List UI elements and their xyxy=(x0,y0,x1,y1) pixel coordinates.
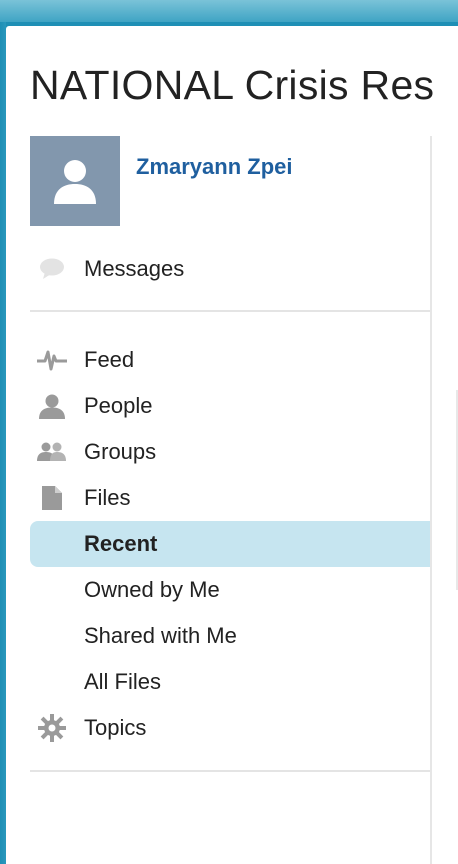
page-title: NATIONAL Crisis Res xyxy=(30,62,435,108)
gear-icon xyxy=(30,705,74,751)
group-icon xyxy=(30,429,74,475)
nav-label-topics: Topics xyxy=(84,715,147,740)
nav-label-recent: Recent xyxy=(84,531,158,556)
user-silhouette-icon xyxy=(54,160,96,204)
nav-label-messages: Messages xyxy=(84,256,185,281)
nav-item-feed[interactable]: Feed xyxy=(30,337,430,383)
nav-label-people: People xyxy=(84,393,153,418)
nav-item-files[interactable]: Files xyxy=(30,475,430,521)
avatar[interactable] xyxy=(30,136,120,226)
document-icon xyxy=(30,475,74,521)
nav-item-groups[interactable]: Groups xyxy=(30,429,430,475)
nav-item-owned-by-me[interactable]: Owned by Me xyxy=(30,567,430,613)
nav-item-recent[interactable]: Recent xyxy=(30,521,430,567)
nav-label-owned-by-me: Owned by Me xyxy=(84,577,220,602)
nav-label-groups: Groups xyxy=(84,439,157,464)
sidebar-divider xyxy=(430,136,432,864)
nav-item-messages[interactable]: Messages xyxy=(30,246,430,292)
speech-bubble-icon xyxy=(30,246,74,292)
pulse-icon xyxy=(30,337,74,383)
nav-item-topics[interactable]: Topics xyxy=(30,705,430,751)
nav-item-people[interactable]: People xyxy=(30,383,430,429)
section-divider xyxy=(30,310,430,312)
person-icon xyxy=(30,383,74,429)
user-name-link[interactable]: Zmaryann Zpei xyxy=(136,154,292,180)
nav-label-files: Files xyxy=(84,485,131,510)
section-divider-bottom xyxy=(30,770,430,772)
nav-label-all-files: All Files xyxy=(84,669,162,694)
nav-label-feed: Feed xyxy=(84,347,135,372)
window-top-bar xyxy=(0,0,458,22)
nav-label-shared-with-me: Shared with Me xyxy=(84,623,237,648)
nav-item-shared-with-me[interactable]: Shared with Me xyxy=(30,613,430,659)
main-panel: NATIONAL Crisis Res Zmaryann Zpei Messag… xyxy=(6,26,458,864)
nav-item-all-files[interactable]: All Files xyxy=(30,659,430,705)
